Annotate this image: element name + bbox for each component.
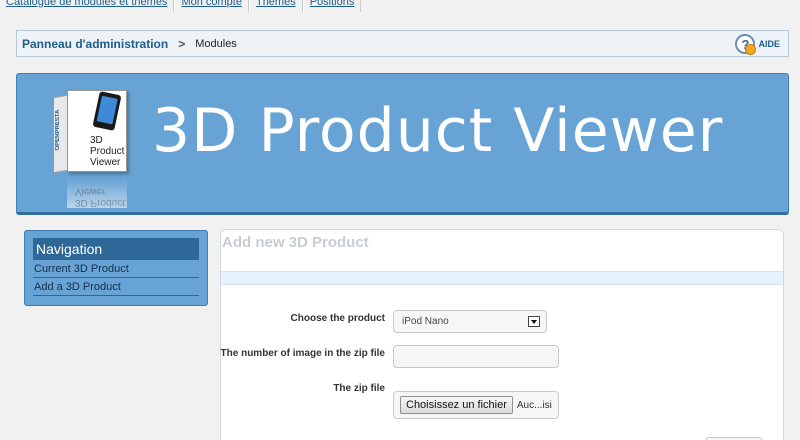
help-icon: ? [735,34,757,55]
box-side: OPENPRESTA [53,94,68,174]
box-side-text: OPENPRESTA [55,108,61,151]
banner-title: 3D Product Viewer [152,96,724,166]
image-count-label: The number of image in the zip file [220,348,385,359]
module-banner: OPENPRESTA 3D Product Viewer 3D Product … [16,73,789,215]
navigation-panel: Navigation Current 3D Product Add a 3D P… [24,230,208,306]
help-button[interactable]: ? AIDE [735,34,780,55]
product-label: Choose the product [290,313,385,324]
panel-title: Add new 3D Product [222,234,369,251]
nav-item-current-3d-product[interactable]: Current 3D Product [33,260,199,278]
add-product-panel: Add new 3D Product Choose the product iP… [220,229,784,440]
tab-themes[interactable]: Thèmes [248,0,303,12]
chevron-down-icon[interactable] [528,316,540,327]
phone-icon [92,91,122,131]
box-front: 3D Product Viewer [67,90,127,172]
product-select-value: iPod Nano [402,316,449,327]
breadcrumb-home-link[interactable]: Panneau d'administration [22,37,168,51]
breadcrumb-current: Modules [195,37,237,50]
file-status: Auc...isi [516,399,552,411]
tab-module-catalogue[interactable]: Catalogue de modules et thèmes [0,0,175,12]
choose-file-button[interactable]: Choisissez un fichier [400,396,513,414]
tab-my-account[interactable]: Mon compte [174,0,249,12]
nav-item-add-3d-product[interactable]: Add a 3D Product [33,278,199,296]
box-reflection: 3D Product Viewer [67,178,127,208]
panel-divider-strip [221,271,783,285]
zip-file-input[interactable]: Choisissez un fichier Auc...isi [393,391,559,419]
zip-file-label: The zip file [333,383,385,394]
breadcrumb: Panneau d'administration > Modules ? AID… [16,30,789,57]
tab-positions[interactable]: Positions [302,0,362,12]
product-select[interactable]: iPod Nano [393,310,547,333]
product-box-logo: OPENPRESTA 3D Product Viewer [53,86,131,176]
image-count-input[interactable] [393,345,559,368]
top-tabs: Catalogue de modules et thèmes Mon compt… [0,0,362,12]
navigation-title: Navigation [33,238,199,260]
breadcrumb-separator-icon: > [178,36,186,51]
box-text: 3D Product Viewer [90,135,125,168]
help-label: AIDE [758,39,780,49]
